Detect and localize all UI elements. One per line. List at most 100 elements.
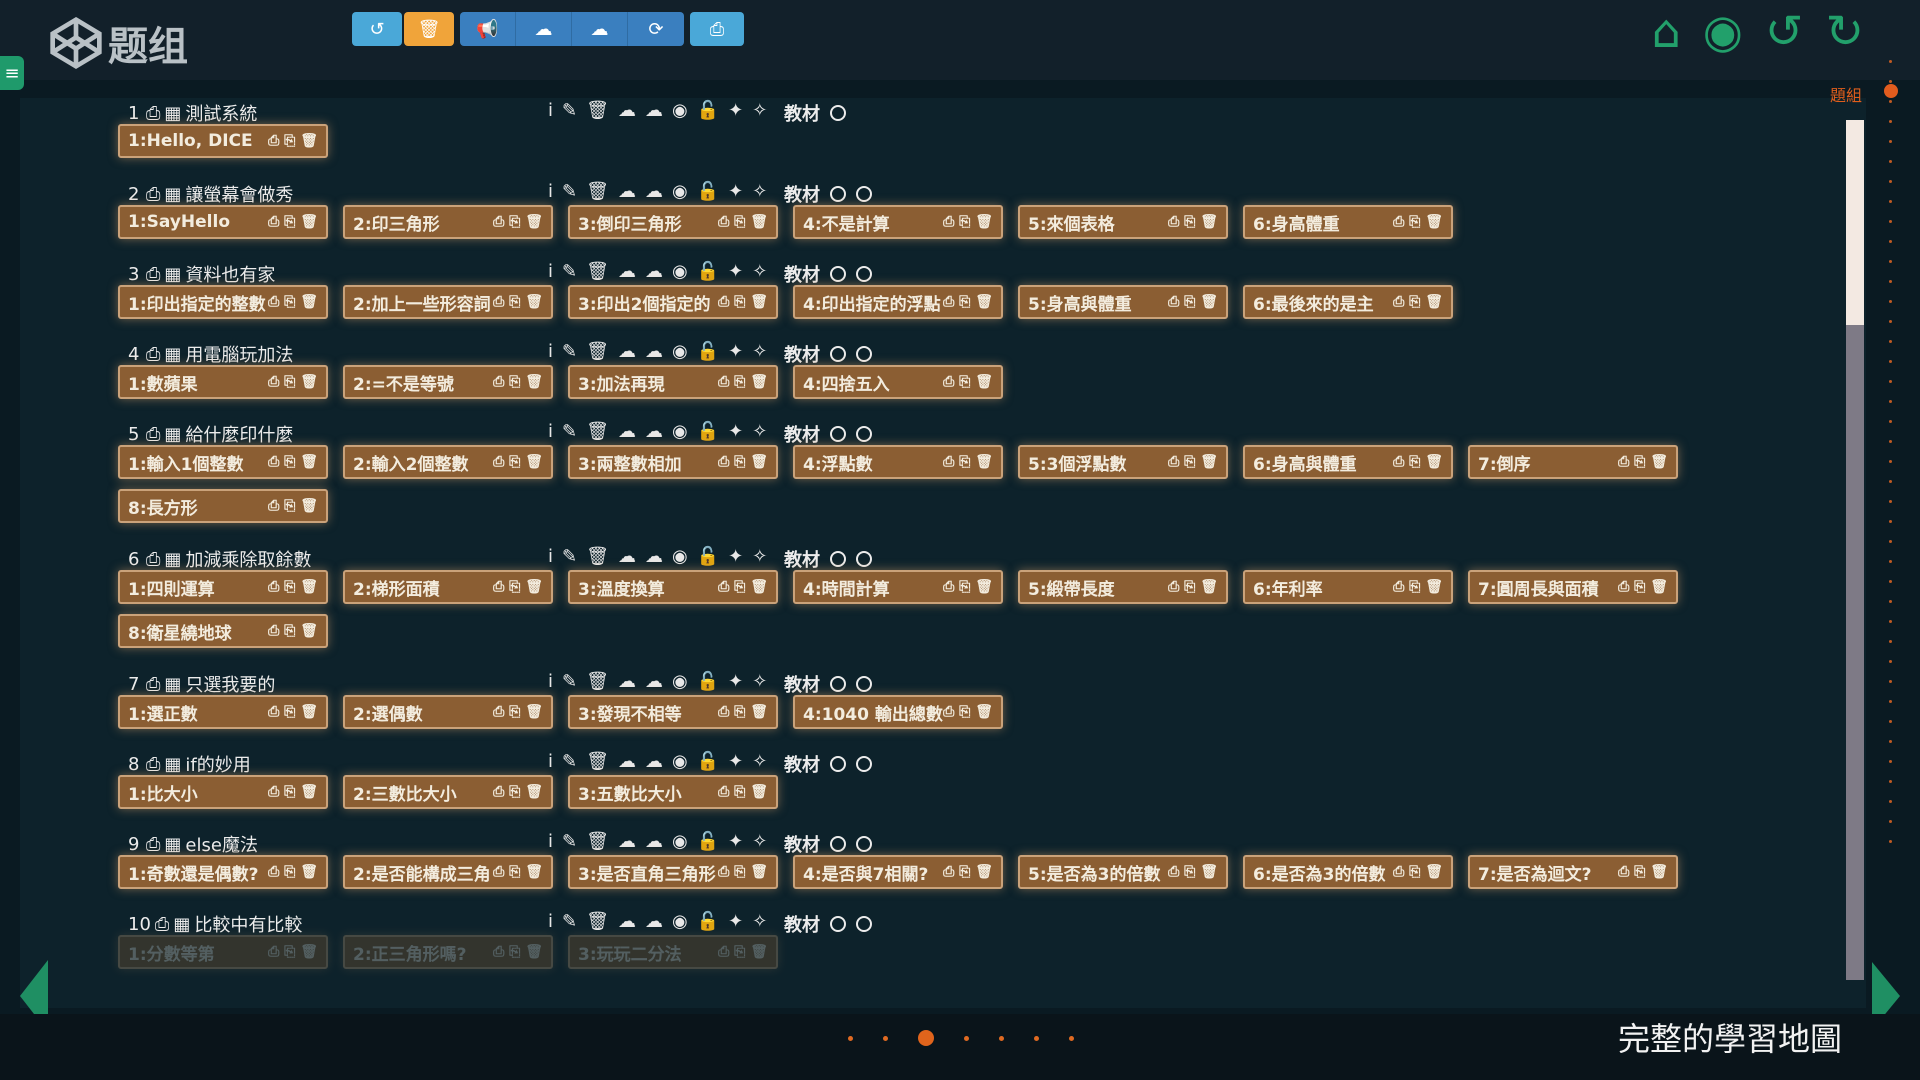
eye-icon[interactable]: ◉ — [672, 421, 688, 442]
textbook-link[interactable]: 教材 — [784, 341, 820, 367]
scrollbar-thumb[interactable] — [1846, 120, 1864, 325]
cloud-download-button[interactable]: ☁ — [516, 12, 572, 46]
problem-chip[interactable]: 2:輸入2個整數 ⎙ ⎘ 🗑 — [343, 445, 553, 479]
trash-icon[interactable]: 🗑 — [1200, 579, 1218, 595]
problem-chip[interactable]: 6:是否為3的倍數 ⎙ ⎘ 🗑 — [1243, 855, 1453, 889]
magic-wand-icon[interactable]: ✧ — [752, 421, 767, 442]
pencil-icon[interactable]: ✎ — [562, 261, 577, 282]
trash-icon[interactable]: 🗑 — [586, 261, 609, 282]
copy-icon[interactable]: ⎘ — [284, 374, 295, 390]
problem-chip[interactable]: 3:五數比大小 ⎙ ⎘ 🗑 — [568, 775, 778, 809]
unlock-icon[interactable]: 🔓 — [697, 546, 719, 567]
lesson-title[interactable]: 1 ⎙ ▦ 測試系統 — [128, 100, 257, 126]
magic-wand-icon[interactable]: ✧ — [752, 831, 767, 852]
trash-icon[interactable]: 🗑 — [586, 911, 609, 932]
copy-icon[interactable]: ⎘ — [1184, 294, 1195, 310]
copy-icon[interactable]: ⎘ — [509, 294, 520, 310]
trash-icon[interactable]: 🗑 — [586, 100, 609, 121]
print-icon[interactable]: ⎙ — [718, 374, 729, 390]
print-icon[interactable]: ⎙ — [146, 754, 160, 775]
cloud-upload-icon[interactable]: ☁ — [645, 911, 663, 932]
cloud-upload-icon[interactable]: ☁ — [645, 100, 663, 121]
problem-chip[interactable]: 2:選偶數 ⎙ ⎘ 🗑 — [343, 695, 553, 729]
print-icon[interactable]: ⎙ — [718, 704, 729, 720]
copy-icon[interactable]: ⎘ — [1409, 864, 1420, 880]
print-icon[interactable]: ⎙ — [943, 864, 954, 880]
cloud-download-icon[interactable]: ☁ — [618, 421, 636, 442]
trash-icon[interactable]: 🗑 — [525, 704, 543, 720]
print-icon[interactable]: ⎙ — [1618, 579, 1629, 595]
trash-icon[interactable]: 🗑 — [586, 671, 609, 692]
print-icon[interactable]: ⎙ — [155, 914, 169, 935]
copy-icon[interactable]: ⎘ — [1409, 214, 1420, 230]
print-icon[interactable]: ⎙ — [1168, 579, 1179, 595]
pencil-icon[interactable]: ✎ — [562, 751, 577, 772]
copy-icon[interactable]: ⎘ — [509, 454, 520, 470]
cloud-upload-icon[interactable]: ☁ — [645, 181, 663, 202]
copy-icon[interactable]: ⎘ — [284, 623, 295, 639]
page-dot[interactable] — [1069, 1035, 1074, 1041]
copy-icon[interactable]: ⎘ — [1409, 294, 1420, 310]
ban-icon[interactable] — [856, 916, 872, 932]
problem-chip[interactable]: 4:時間計算 ⎙ ⎘ 🗑 — [793, 570, 1003, 604]
print-icon[interactable]: ⎙ — [268, 623, 279, 639]
problem-chip[interactable]: 7:倒序 ⎙ ⎘ 🗑 — [1468, 445, 1678, 479]
trash-icon[interactable]: 🗑 — [1650, 864, 1668, 880]
textbook-link[interactable]: 教材 — [784, 546, 820, 572]
unlock-icon[interactable]: 🔓 — [697, 100, 719, 121]
print-icon[interactable]: ⎙ — [718, 579, 729, 595]
unlock-icon[interactable]: 🔓 — [697, 341, 719, 362]
info-icon[interactable]: i — [548, 261, 553, 282]
copy-icon[interactable]: ⎘ — [509, 579, 520, 595]
trash-icon[interactable]: 🗑 — [300, 784, 318, 800]
problem-chip[interactable]: 2:是否能構成三角 ⎙ ⎘ 🗑 — [343, 855, 553, 889]
copy-icon[interactable]: ⎘ — [284, 214, 295, 230]
info-circle-icon[interactable] — [830, 916, 846, 932]
copy-icon[interactable]: ⎘ — [509, 944, 520, 960]
print-icon[interactable]: ⎙ — [268, 498, 279, 514]
lesson-title[interactable]: 4 ⎙ ▦ 用電腦玩加法 — [128, 341, 293, 367]
cloud-upload-icon[interactable]: ☁ — [645, 751, 663, 772]
print-icon[interactable]: ⎙ — [268, 579, 279, 595]
print-icon[interactable]: ⎙ — [1168, 214, 1179, 230]
trash-icon[interactable]: 🗑 — [750, 294, 768, 310]
cloud-download-icon[interactable]: ☁ — [618, 671, 636, 692]
trash-icon[interactable]: 🗑 — [586, 421, 609, 442]
print-icon[interactable]: ⎙ — [1393, 864, 1404, 880]
delete-button[interactable]: 🗑 — [404, 12, 454, 46]
copy-icon[interactable]: ⎘ — [509, 864, 520, 880]
cloud-download-icon[interactable]: ☁ — [618, 751, 636, 772]
copy-icon[interactable]: ⎘ — [734, 704, 745, 720]
problem-chip[interactable]: 2:正三角形嗎? ⎙ ⎘ 🗑 — [343, 935, 553, 969]
ban-icon[interactable] — [856, 676, 872, 692]
trash-icon[interactable]: 🗑 — [1425, 454, 1443, 470]
print-icon[interactable]: ⎙ — [493, 374, 504, 390]
unlock-icon[interactable]: 🔓 — [697, 671, 719, 692]
magic-icon[interactable]: ✦ — [728, 546, 743, 567]
trash-icon[interactable]: 🗑 — [586, 831, 609, 852]
print-icon[interactable]: ⎙ — [1393, 454, 1404, 470]
problem-chip[interactable]: 4:是否與7相關? ⎙ ⎘ 🗑 — [793, 855, 1003, 889]
trash-icon[interactable]: 🗑 — [300, 214, 318, 230]
print-icon[interactable]: ⎙ — [268, 944, 279, 960]
undo-icon[interactable]: ↺ — [1765, 6, 1804, 56]
trash-icon[interactable]: 🗑 — [750, 374, 768, 390]
print-icon[interactable]: ⎙ — [1168, 864, 1179, 880]
cloud-download-icon[interactable]: ☁ — [618, 546, 636, 567]
textbook-link[interactable]: 教材 — [784, 911, 820, 937]
page-dot[interactable] — [883, 1035, 888, 1041]
eye-icon[interactable]: ◉ — [672, 751, 688, 772]
copy-icon[interactable]: ⎘ — [959, 579, 970, 595]
unlock-icon[interactable]: 🔓 — [697, 831, 719, 852]
copy-icon[interactable]: ⎘ — [509, 704, 520, 720]
info-circle-icon[interactable] — [830, 551, 846, 567]
textbook-link[interactable]: 教材 — [784, 100, 820, 126]
trash-icon[interactable]: 🗑 — [1200, 214, 1218, 230]
print-icon[interactable]: ⎙ — [146, 674, 160, 695]
trash-icon[interactable]: 🗑 — [586, 546, 609, 567]
eye-icon[interactable]: ◉ — [672, 671, 688, 692]
copy-icon[interactable]: ⎘ — [509, 214, 520, 230]
problem-chip[interactable]: 4:不是計算 ⎙ ⎘ 🗑 — [793, 205, 1003, 239]
print-icon[interactable]: ⎙ — [146, 184, 160, 205]
magic-icon[interactable]: ✦ — [728, 100, 743, 121]
